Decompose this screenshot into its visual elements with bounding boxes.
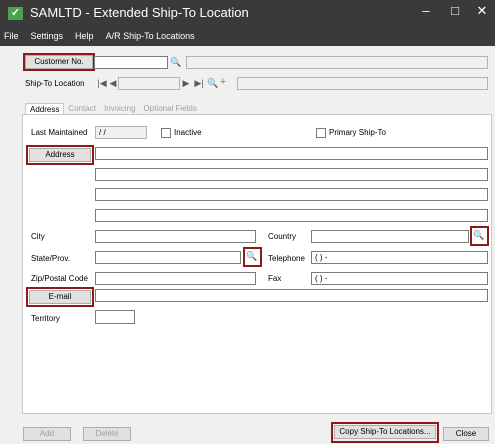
territory-label: Territory [31, 314, 60, 323]
menu-help[interactable]: Help [75, 29, 94, 43]
next-record-icon[interactable]: ▶ [181, 78, 191, 89]
last-maintained-label: Last Maintained [31, 128, 88, 137]
inactive-checkbox[interactable] [161, 128, 171, 138]
state-field[interactable] [95, 251, 241, 264]
inactive-label: Inactive [174, 128, 202, 137]
fax-field[interactable]: ( ) - [311, 272, 488, 285]
telephone-label: Telephone [268, 254, 305, 263]
zip-label: Zip/Postal Code [31, 274, 88, 283]
city-field[interactable] [95, 230, 256, 243]
primary-ship-to-checkbox[interactable] [316, 128, 326, 138]
state-search-icon[interactable]: 🔍 [246, 251, 258, 262]
zip-field[interactable] [95, 272, 256, 285]
country-search-icon[interactable]: 🔍 [473, 230, 485, 241]
email-button[interactable]: E-mail [29, 290, 91, 304]
fax-label: Fax [268, 274, 282, 283]
ship-to-label: Ship-To Location [25, 79, 85, 88]
menu-file[interactable]: File [4, 29, 19, 43]
telephone-field[interactable]: ( ) - [311, 251, 488, 264]
search-icon[interactable]: 🔍 [170, 57, 181, 68]
previous-record-icon[interactable]: ◀ [108, 78, 118, 89]
email-field[interactable] [95, 289, 488, 302]
window-title: SAMLTD - Extended Ship-To Location [30, 5, 249, 20]
copy-ship-to-button[interactable]: Copy Ship-To Locations... [334, 425, 436, 439]
customer-no-button[interactable]: Customer No. [25, 55, 93, 69]
address-button[interactable]: Address [29, 148, 91, 162]
state-label: State/Prov. [31, 254, 70, 263]
address-line-3[interactable] [95, 188, 488, 201]
add-icon[interactable]: + [218, 77, 228, 88]
close-button[interactable]: Close [443, 427, 489, 441]
customer-name-field [186, 56, 488, 69]
ship-to-code-field[interactable] [118, 77, 180, 90]
close-window-button[interactable]: ✕ [472, 3, 492, 19]
address-line-4[interactable] [95, 209, 488, 222]
address-line-2[interactable] [95, 168, 488, 181]
primary-ship-to-label: Primary Ship-To [329, 128, 386, 137]
territory-field[interactable] [95, 310, 135, 324]
ship-to-description-field [237, 77, 488, 90]
app-icon: ✓ [8, 7, 23, 20]
city-label: City [31, 232, 45, 241]
menu-bar: File Settings Help A/R Ship-To Locations [4, 29, 195, 43]
maximize-button[interactable]: □ [445, 3, 465, 19]
address-line-1[interactable] [95, 147, 488, 160]
add-button[interactable]: Add [23, 427, 71, 441]
search-icon[interactable]: 🔍 [207, 78, 218, 89]
country-field[interactable] [311, 230, 469, 243]
customer-no-field[interactable] [94, 56, 168, 69]
delete-button[interactable]: Delete [83, 427, 131, 441]
country-label: Country [268, 232, 297, 241]
minimize-button[interactable]: – [416, 3, 436, 19]
menu-ar-ship-to[interactable]: A/R Ship-To Locations [106, 29, 195, 43]
last-maintained-field: / / [95, 126, 147, 139]
last-record-icon[interactable]: ▶| [192, 78, 206, 89]
menu-settings[interactable]: Settings [31, 29, 64, 43]
